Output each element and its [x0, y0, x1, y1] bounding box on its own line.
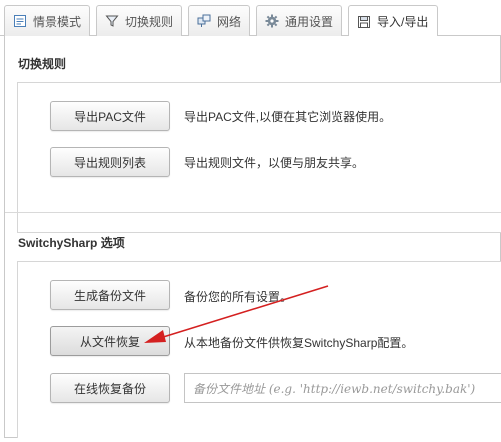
tab-bar: 情景模式 切换规则 网络 通用设置 导入/导出 — [0, 0, 501, 37]
tab-profiles[interactable]: 情景模式 — [4, 5, 90, 36]
filter-icon — [105, 14, 119, 28]
section-divider — [5, 212, 501, 213]
switchysharp-options-box: 生成备份文件 备份您的所有设置。 从文件恢复 从本地备份文件供恢复Switchy… — [17, 261, 501, 438]
gear-icon — [265, 14, 279, 28]
create-backup-description: 备份您的所有设置。 — [184, 290, 293, 304]
restore-online-button[interactable]: 在线恢复备份 — [50, 373, 170, 403]
tab-label: 切换规则 — [125, 14, 174, 29]
list-icon — [13, 14, 27, 28]
tab-import-export[interactable]: 导入/导出 — [348, 5, 438, 37]
create-backup-button[interactable]: 生成备份文件 — [50, 280, 170, 310]
section-title-switchysharp-options: SwitchySharp 选项 — [18, 236, 125, 250]
tab-label: 情景模式 — [33, 14, 82, 29]
tab-general-settings[interactable]: 通用设置 — [256, 5, 342, 36]
backup-url-input[interactable]: 备份文件地址 (e.g. 'http://iewb.net/switchy.ba… — [184, 373, 501, 403]
tab-label: 通用设置 — [285, 14, 334, 29]
restore-from-file-description: 从本地备份文件供恢复SwitchySharp配置。 — [184, 336, 414, 350]
import-export-panel: 切换规则 导出PAC文件 导出PAC文件,以便在其它浏览器使用。 导出规则列表 … — [4, 36, 501, 438]
export-rules-button[interactable]: 导出规则列表 — [50, 147, 170, 177]
export-rules-description: 导出规则文件，以便与朋友共享。 — [184, 156, 365, 170]
restore-from-file-button[interactable]: 从文件恢复 — [50, 326, 170, 356]
network-icon — [197, 14, 211, 28]
tab-switch-rules[interactable]: 切换规则 — [96, 5, 182, 36]
switch-rules-box: 导出PAC文件 导出PAC文件,以便在其它浏览器使用。 导出规则列表 导出规则文… — [17, 82, 501, 233]
tab-network[interactable]: 网络 — [188, 5, 250, 36]
export-pac-description: 导出PAC文件,以便在其它浏览器使用。 — [184, 110, 392, 124]
save-icon — [357, 15, 371, 29]
export-pac-button[interactable]: 导出PAC文件 — [50, 101, 170, 131]
section-title-switch-rules: 切换规则 — [18, 57, 67, 71]
tab-label: 导入/导出 — [377, 15, 429, 29]
tab-label: 网络 — [217, 14, 242, 29]
